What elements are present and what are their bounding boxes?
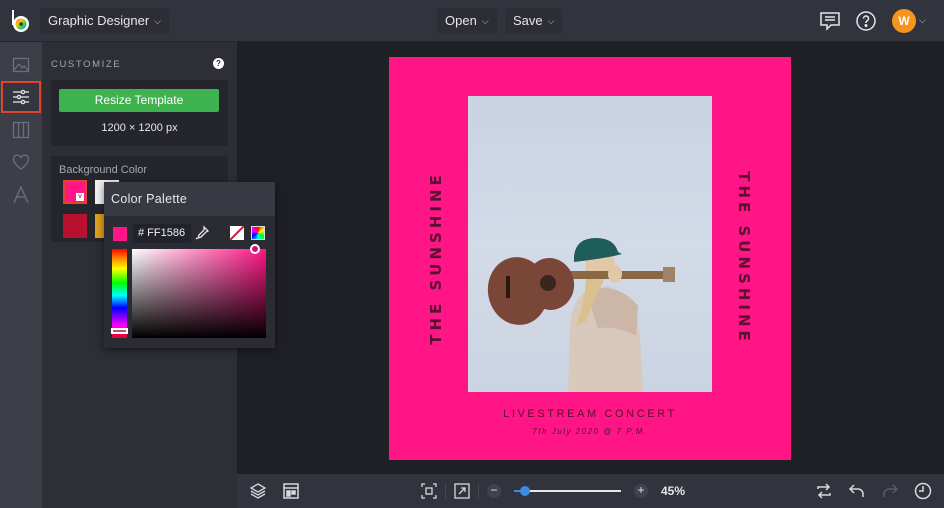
divider <box>478 483 479 499</box>
chevron-down-icon[interactable]: ⌵ <box>919 15 926 26</box>
color-palette-popup: Color Palette <box>104 182 275 348</box>
poster-canvas[interactable]: THE SUNSHINE THE SUNSHINE LIVESTREAM CON… <box>389 57 791 460</box>
spectrum-color-button[interactable] <box>251 226 265 240</box>
poster-photo[interactable] <box>468 96 712 392</box>
columns-icon <box>12 121 30 139</box>
user-avatar[interactable]: W <box>892 9 916 33</box>
poster-side-text-right[interactable]: THE SUNSHINE <box>735 171 753 345</box>
chevron-down-icon: v <box>76 193 84 201</box>
chevron-down-icon: ⌵ <box>154 16 161 26</box>
transparent-color-button[interactable] <box>230 226 244 240</box>
rail-item-customize[interactable] <box>1 81 41 113</box>
help-icon[interactable] <box>855 10 877 32</box>
resize-card: Resize Template 1200 × 1200 px <box>51 80 228 146</box>
app-mode-dropdown[interactable]: Graphic Designer ⌵ <box>40 8 169 34</box>
zoom-slider[interactable] <box>514 486 621 496</box>
panel-title: CUSTOMIZE <box>51 59 122 70</box>
chevron-down-icon: ⌵ <box>481 16 489 26</box>
chevron-down-icon: ⌵ <box>547 16 555 26</box>
rail-item-favorites[interactable] <box>0 146 42 178</box>
color-picker-handle[interactable] <box>250 244 260 254</box>
fit-to-screen-icon[interactable] <box>420 482 438 500</box>
poster-date[interactable]: 7th July 2020 @ 7 P.M. <box>389 427 791 436</box>
color-palette-header: Color Palette <box>104 182 275 216</box>
zoom-out-button[interactable]: − <box>487 484 501 498</box>
text-icon <box>13 186 29 204</box>
template-size: 1200 × 1200 px <box>101 122 178 134</box>
guitarist-photo <box>487 238 675 392</box>
befunky-logo-icon[interactable] <box>10 9 32 33</box>
eyedropper-icon[interactable] <box>194 225 210 241</box>
poster-side-text-left[interactable]: THE SUNSHINE <box>427 171 445 345</box>
hue-slider-handle[interactable] <box>111 328 128 334</box>
background-color-label: Background Color <box>59 164 148 176</box>
color-palette-title: Color Palette <box>111 192 188 206</box>
save-label: Save <box>513 13 543 28</box>
rail-item-text[interactable] <box>0 179 42 211</box>
undo-icon[interactable] <box>848 482 866 500</box>
zoom-level: 45% <box>661 484 686 498</box>
redo-icon[interactable] <box>881 482 899 500</box>
layout-icon[interactable] <box>282 482 300 500</box>
save-menu-button[interactable]: Save ⌵ <box>505 8 563 34</box>
poster-subtitle[interactable]: LIVESTREAM CONCERT <box>389 408 791 420</box>
feedback-icon[interactable] <box>819 10 841 32</box>
swatch-crimson[interactable] <box>63 214 87 238</box>
open-menu-button[interactable]: Open ⌵ <box>437 8 497 34</box>
expand-icon[interactable] <box>453 482 471 500</box>
top-bar: Graphic Designer ⌵ Open ⌵ Save ⌵ W ⌵ <box>0 0 944 42</box>
divider <box>445 483 446 499</box>
zoom-slider-thumb[interactable] <box>519 486 530 496</box>
current-color-preview <box>113 227 127 241</box>
heart-icon <box>12 154 30 170</box>
tool-rail <box>0 42 42 508</box>
sliders-icon <box>13 89 29 105</box>
rail-item-image-manager[interactable] <box>0 49 42 81</box>
hex-color-input[interactable] <box>133 224 191 243</box>
open-label: Open <box>445 13 477 28</box>
history-icon[interactable] <box>914 482 932 500</box>
image-icon <box>12 57 30 73</box>
resize-template-button[interactable]: Resize Template <box>59 89 219 112</box>
layers-icon[interactable] <box>249 482 267 500</box>
saturation-value-picker[interactable] <box>132 249 266 338</box>
swap-icon[interactable] <box>815 482 833 500</box>
hue-slider[interactable] <box>112 249 127 338</box>
rail-item-layouts[interactable] <box>0 114 42 146</box>
app-mode-label: Graphic Designer <box>48 13 150 28</box>
bottom-toolbar: − + 45% <box>237 474 944 508</box>
help-icon[interactable]: ? <box>213 58 224 69</box>
zoom-in-button[interactable]: + <box>634 484 648 498</box>
swatch-pink[interactable]: v <box>63 180 87 204</box>
